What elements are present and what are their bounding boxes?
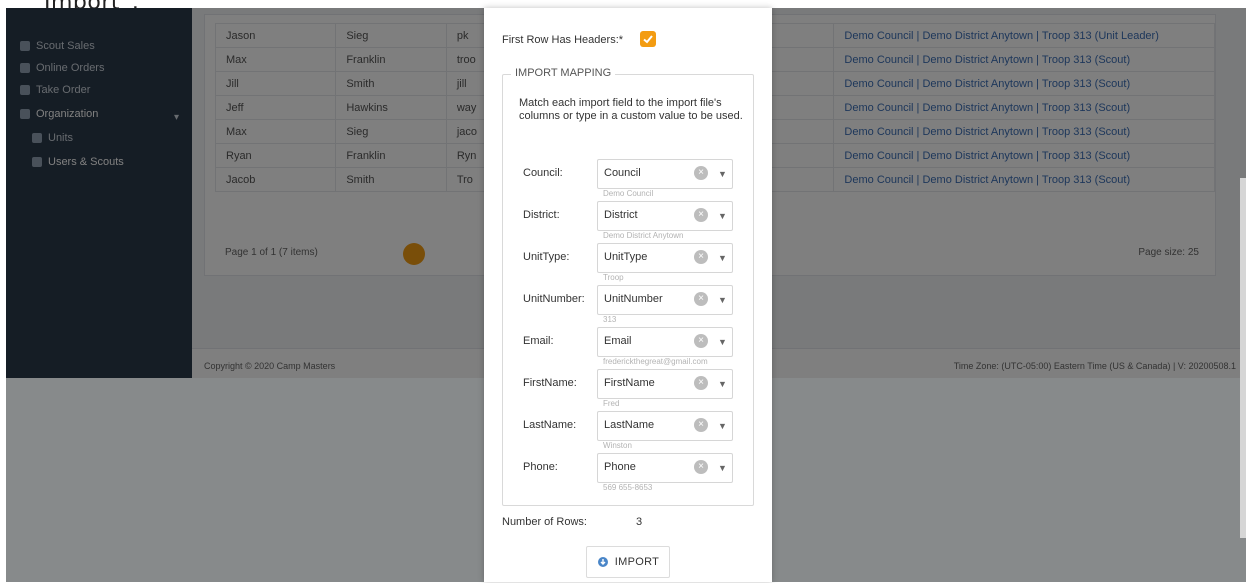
- district-sample: Demo District Anytown: [603, 231, 684, 240]
- phone-value: Phone: [604, 461, 636, 473]
- clear-icon[interactable]: ×: [694, 376, 708, 390]
- number-of-rows-label: Number of Rows:: [502, 516, 587, 528]
- unitnumber-select[interactable]: UnitNumber × ▼: [597, 285, 733, 315]
- import-dialog: First Row Has Headers:* IMPORT MAPPING M…: [484, 8, 772, 582]
- chevron-down-icon[interactable]: ▼: [718, 211, 727, 221]
- firstname-label: FirstName:: [523, 377, 577, 389]
- unittype-sample: Troop: [603, 273, 624, 282]
- unitnumber-label: UnitNumber:: [523, 293, 585, 305]
- chevron-down-icon[interactable]: ▼: [718, 295, 727, 305]
- district-select[interactable]: District × ▼: [597, 201, 733, 231]
- clear-icon[interactable]: ×: [694, 418, 708, 432]
- clear-icon[interactable]: ×: [694, 292, 708, 306]
- phone-select[interactable]: Phone × ▼: [597, 453, 733, 483]
- chevron-down-icon[interactable]: ▼: [718, 253, 727, 263]
- council-label: Council:: [523, 167, 563, 179]
- phone-label: Phone:: [523, 461, 558, 473]
- chevron-down-icon[interactable]: ▼: [718, 337, 727, 347]
- first-row-headers-label: First Row Has Headers:*: [502, 34, 624, 46]
- unittype-label: UnitType:: [523, 251, 570, 263]
- email-select[interactable]: Email × ▼: [597, 327, 733, 357]
- email-value: Email: [604, 335, 632, 347]
- scrollbar[interactable]: [1240, 178, 1246, 538]
- unittype-value: UnitType: [604, 251, 648, 263]
- unittype-select[interactable]: UnitType × ▼: [597, 243, 733, 273]
- import-mapping-title: IMPORT MAPPING: [511, 67, 616, 79]
- district-value: District: [604, 209, 638, 221]
- checkmark-icon: [643, 35, 653, 44]
- clear-icon[interactable]: ×: [694, 250, 708, 264]
- lastname-sample: Winston: [603, 441, 632, 450]
- lastname-label: LastName:: [523, 419, 577, 431]
- chevron-down-icon[interactable]: ▼: [718, 421, 727, 431]
- council-select[interactable]: Council × ▼: [597, 159, 733, 189]
- lastname-select[interactable]: LastName × ▼: [597, 411, 733, 441]
- import-button[interactable]: IMPORT: [586, 546, 670, 578]
- lastname-value: LastName: [604, 419, 655, 431]
- council-value: Council: [604, 167, 641, 179]
- chevron-down-icon[interactable]: ▼: [718, 463, 727, 473]
- firstname-value: FirstName: [604, 377, 655, 389]
- number-of-rows-value: 3: [636, 516, 643, 528]
- import-icon: [597, 557, 608, 567]
- phone-sample: 569 655-8653: [603, 483, 653, 492]
- email-sample: frederickthegreat@gmail.com: [603, 357, 708, 366]
- email-label: Email:: [523, 335, 554, 347]
- clear-icon[interactable]: ×: [694, 208, 708, 222]
- chevron-down-icon[interactable]: ▼: [718, 169, 727, 179]
- import-button-label: IMPORT: [614, 556, 660, 568]
- import-mapping-fieldset: IMPORT MAPPING Match each import field t…: [502, 67, 754, 506]
- chevron-down-icon[interactable]: ▼: [718, 379, 727, 389]
- unitnumber-value: UnitNumber: [604, 293, 663, 305]
- firstname-sample: Fred: [603, 399, 620, 408]
- council-sample: Demo Council: [603, 189, 654, 198]
- clear-icon[interactable]: ×: [694, 334, 708, 348]
- district-label: District:: [523, 209, 560, 221]
- first-row-headers-checkbox[interactable]: [640, 31, 656, 47]
- unitnumber-sample: 313: [603, 315, 617, 324]
- clear-icon[interactable]: ×: [694, 166, 708, 180]
- firstname-select[interactable]: FirstName × ▼: [597, 369, 733, 399]
- clear-icon[interactable]: ×: [694, 460, 708, 474]
- import-mapping-help: Match each import field to the import fi…: [519, 97, 743, 123]
